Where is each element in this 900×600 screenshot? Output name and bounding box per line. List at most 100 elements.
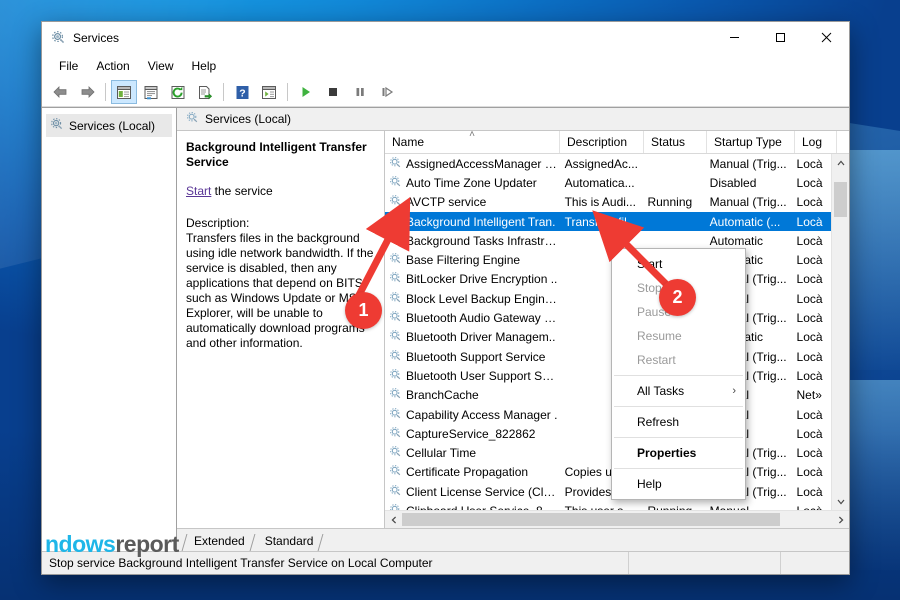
pause-service-icon[interactable] xyxy=(347,80,373,104)
cell-log-on-as: Locà xyxy=(790,215,831,229)
cell-service-name: Background Tasks Infrastruc. xyxy=(385,233,558,249)
table-row[interactable]: BitLocker Drive Encryption ..Manual (Tri… xyxy=(385,270,831,289)
service-name-text: Bluetooth Driver Managem.. xyxy=(406,330,555,344)
service-name-text: CaptureService_822862 xyxy=(406,427,535,441)
start-service-icon[interactable] xyxy=(293,80,319,104)
cell-service-name: Client License Service (ClipS... xyxy=(385,484,558,500)
column-header-description[interactable]: Description xyxy=(560,131,644,153)
show-hide-console-tree-icon[interactable] xyxy=(111,80,137,104)
table-row[interactable]: Certificate PropagationCopies user ...Ma… xyxy=(385,463,831,482)
table-row[interactable]: Cellular TimeManual (Trig...Locà xyxy=(385,443,831,462)
cell-service-name: CaptureService_822862 xyxy=(385,426,558,442)
maximize-button[interactable] xyxy=(757,22,803,53)
window-controls xyxy=(711,22,849,53)
table-row[interactable]: Bluetooth Support ServiceManual (Trig...… xyxy=(385,347,831,366)
console-tree-pane: Services (Local) xyxy=(42,108,177,551)
forward-arrow-icon[interactable] xyxy=(74,80,100,104)
table-row[interactable]: AVCTP serviceThis is Audi...RunningManua… xyxy=(385,193,831,212)
properties-icon[interactable] xyxy=(138,80,164,104)
service-name-text: Bluetooth Audio Gateway S.. xyxy=(406,311,558,325)
watermark-part-a: ndows xyxy=(45,531,115,557)
start-service-link[interactable]: Start xyxy=(186,184,211,198)
context-menu-item-start[interactable]: Start xyxy=(612,252,745,276)
chevron-right-icon: › xyxy=(732,385,736,397)
menu-item-view[interactable]: View xyxy=(139,56,183,76)
stop-service-icon[interactable] xyxy=(320,80,346,104)
scroll-left-icon[interactable] xyxy=(385,511,402,528)
column-header-status[interactable]: Status xyxy=(644,131,707,153)
service-description-text: Transfers files in the background using … xyxy=(186,231,374,351)
cell-service-name: Clipboard User Service_8228... xyxy=(385,503,558,510)
service-name-text: BranchCache xyxy=(406,388,479,402)
menu-item-action[interactable]: Action xyxy=(87,56,138,76)
tree-item-services-local[interactable]: Services (Local) xyxy=(46,114,172,137)
cell-status: Running xyxy=(640,504,702,510)
table-row[interactable]: Block Level Backup Engine ..ManualLocà xyxy=(385,289,831,308)
cell-startup-type: Automatic xyxy=(703,234,790,248)
context-menu-item-label: All Tasks xyxy=(637,384,684,398)
list-horizontal-scrollbar[interactable] xyxy=(385,510,849,528)
scroll-thumb[interactable] xyxy=(834,182,847,217)
table-row[interactable]: Bluetooth Audio Gateway S..Manual (Trig.… xyxy=(385,308,831,327)
pane-header-label: Services (Local) xyxy=(205,112,291,126)
table-row[interactable]: Bluetooth Driver Managem..AutomaticLocà xyxy=(385,328,831,347)
scroll-down-icon[interactable] xyxy=(832,493,849,510)
minimize-button[interactable] xyxy=(711,22,757,53)
cell-log-on-as: Locà xyxy=(790,176,831,190)
list-vertical-scrollbar[interactable] xyxy=(831,154,849,510)
table-row[interactable]: Background Intelligent Tran.Transfers fi… xyxy=(385,212,831,231)
close-button[interactable] xyxy=(803,22,849,53)
toolbar: ? xyxy=(42,78,849,107)
scroll-thumb-horizontal[interactable] xyxy=(402,513,780,526)
table-row[interactable]: Capability Access Manager .ManualLocà xyxy=(385,405,831,424)
view-tabs: Extended Standard xyxy=(177,528,849,551)
context-menu-item-label: Resume xyxy=(637,329,682,343)
context-menu-separator xyxy=(614,406,743,407)
cell-service-name: AssignedAccessManager Se... xyxy=(385,156,558,172)
cell-log-on-as: Locà xyxy=(790,485,831,499)
menu-item-help[interactable]: Help xyxy=(183,56,226,76)
column-header-log-on-as[interactable]: Log xyxy=(795,131,837,153)
table-row[interactable]: BranchCacheManualNet» xyxy=(385,386,831,405)
scroll-up-icon[interactable] xyxy=(832,154,849,171)
tab-standard[interactable]: Standard xyxy=(254,532,323,551)
table-row[interactable]: CaptureService_822862ManualLocà xyxy=(385,424,831,443)
column-header-name[interactable]: ˄ Name xyxy=(385,131,560,153)
scroll-right-icon[interactable] xyxy=(832,511,849,528)
table-row[interactable]: Background Tasks Infrastruc.AutomaticLoc… xyxy=(385,231,831,250)
cell-log-on-as: Locà xyxy=(790,330,831,344)
menu-item-file[interactable]: File xyxy=(50,56,87,76)
export-list-icon[interactable] xyxy=(192,80,218,104)
back-arrow-icon[interactable] xyxy=(47,80,73,104)
service-gear-icon xyxy=(389,387,402,403)
services-gear-icon xyxy=(50,117,64,134)
cell-log-on-as: Locà xyxy=(790,504,831,510)
cell-description: This user ser... xyxy=(558,504,641,510)
service-name-text: Clipboard User Service_8228... xyxy=(406,504,558,510)
table-row[interactable]: Client License Service (ClipS...Provides… xyxy=(385,482,831,501)
help-icon[interactable]: ? xyxy=(229,80,255,104)
refresh-icon[interactable] xyxy=(165,80,191,104)
show-hide-action-pane-icon[interactable] xyxy=(256,80,282,104)
context-menu-item-help[interactable]: Help xyxy=(612,472,745,496)
cell-service-name: Capability Access Manager . xyxy=(385,407,558,423)
table-row[interactable]: Auto Time Zone UpdaterAutomatica...Disab… xyxy=(385,173,831,192)
context-menu-item-properties[interactable]: Properties xyxy=(612,441,745,465)
cell-log-on-as: Locà xyxy=(790,369,831,383)
context-menu-item-all-tasks[interactable]: All Tasks › xyxy=(612,379,745,403)
table-row[interactable]: Bluetooth User Support Ser..Manual (Trig… xyxy=(385,366,831,385)
tab-extended-label: Extended xyxy=(194,534,245,548)
restart-service-icon[interactable] xyxy=(374,80,400,104)
title-bar: Services xyxy=(42,22,849,53)
list-column-headers: ˄ Name Description Status Startup Type L… xyxy=(385,131,849,154)
status-bar-text: Stop service Background Intelligent Tran… xyxy=(49,556,433,570)
table-row[interactable]: AssignedAccessManager Se...AssignedAc...… xyxy=(385,154,831,173)
tab-extended[interactable]: Extended xyxy=(183,532,254,551)
scroll-track-horizontal[interactable] xyxy=(402,511,832,528)
cell-log-on-as: Net» xyxy=(790,388,831,402)
service-gear-icon xyxy=(389,194,402,210)
context-menu-item-refresh[interactable]: Refresh xyxy=(612,410,745,434)
column-header-startup-type[interactable]: Startup Type xyxy=(707,131,795,153)
table-row[interactable]: Base Filtering EngineAutomaticLocà xyxy=(385,250,831,269)
table-row[interactable]: Clipboard User Service_8228...This user … xyxy=(385,501,831,510)
